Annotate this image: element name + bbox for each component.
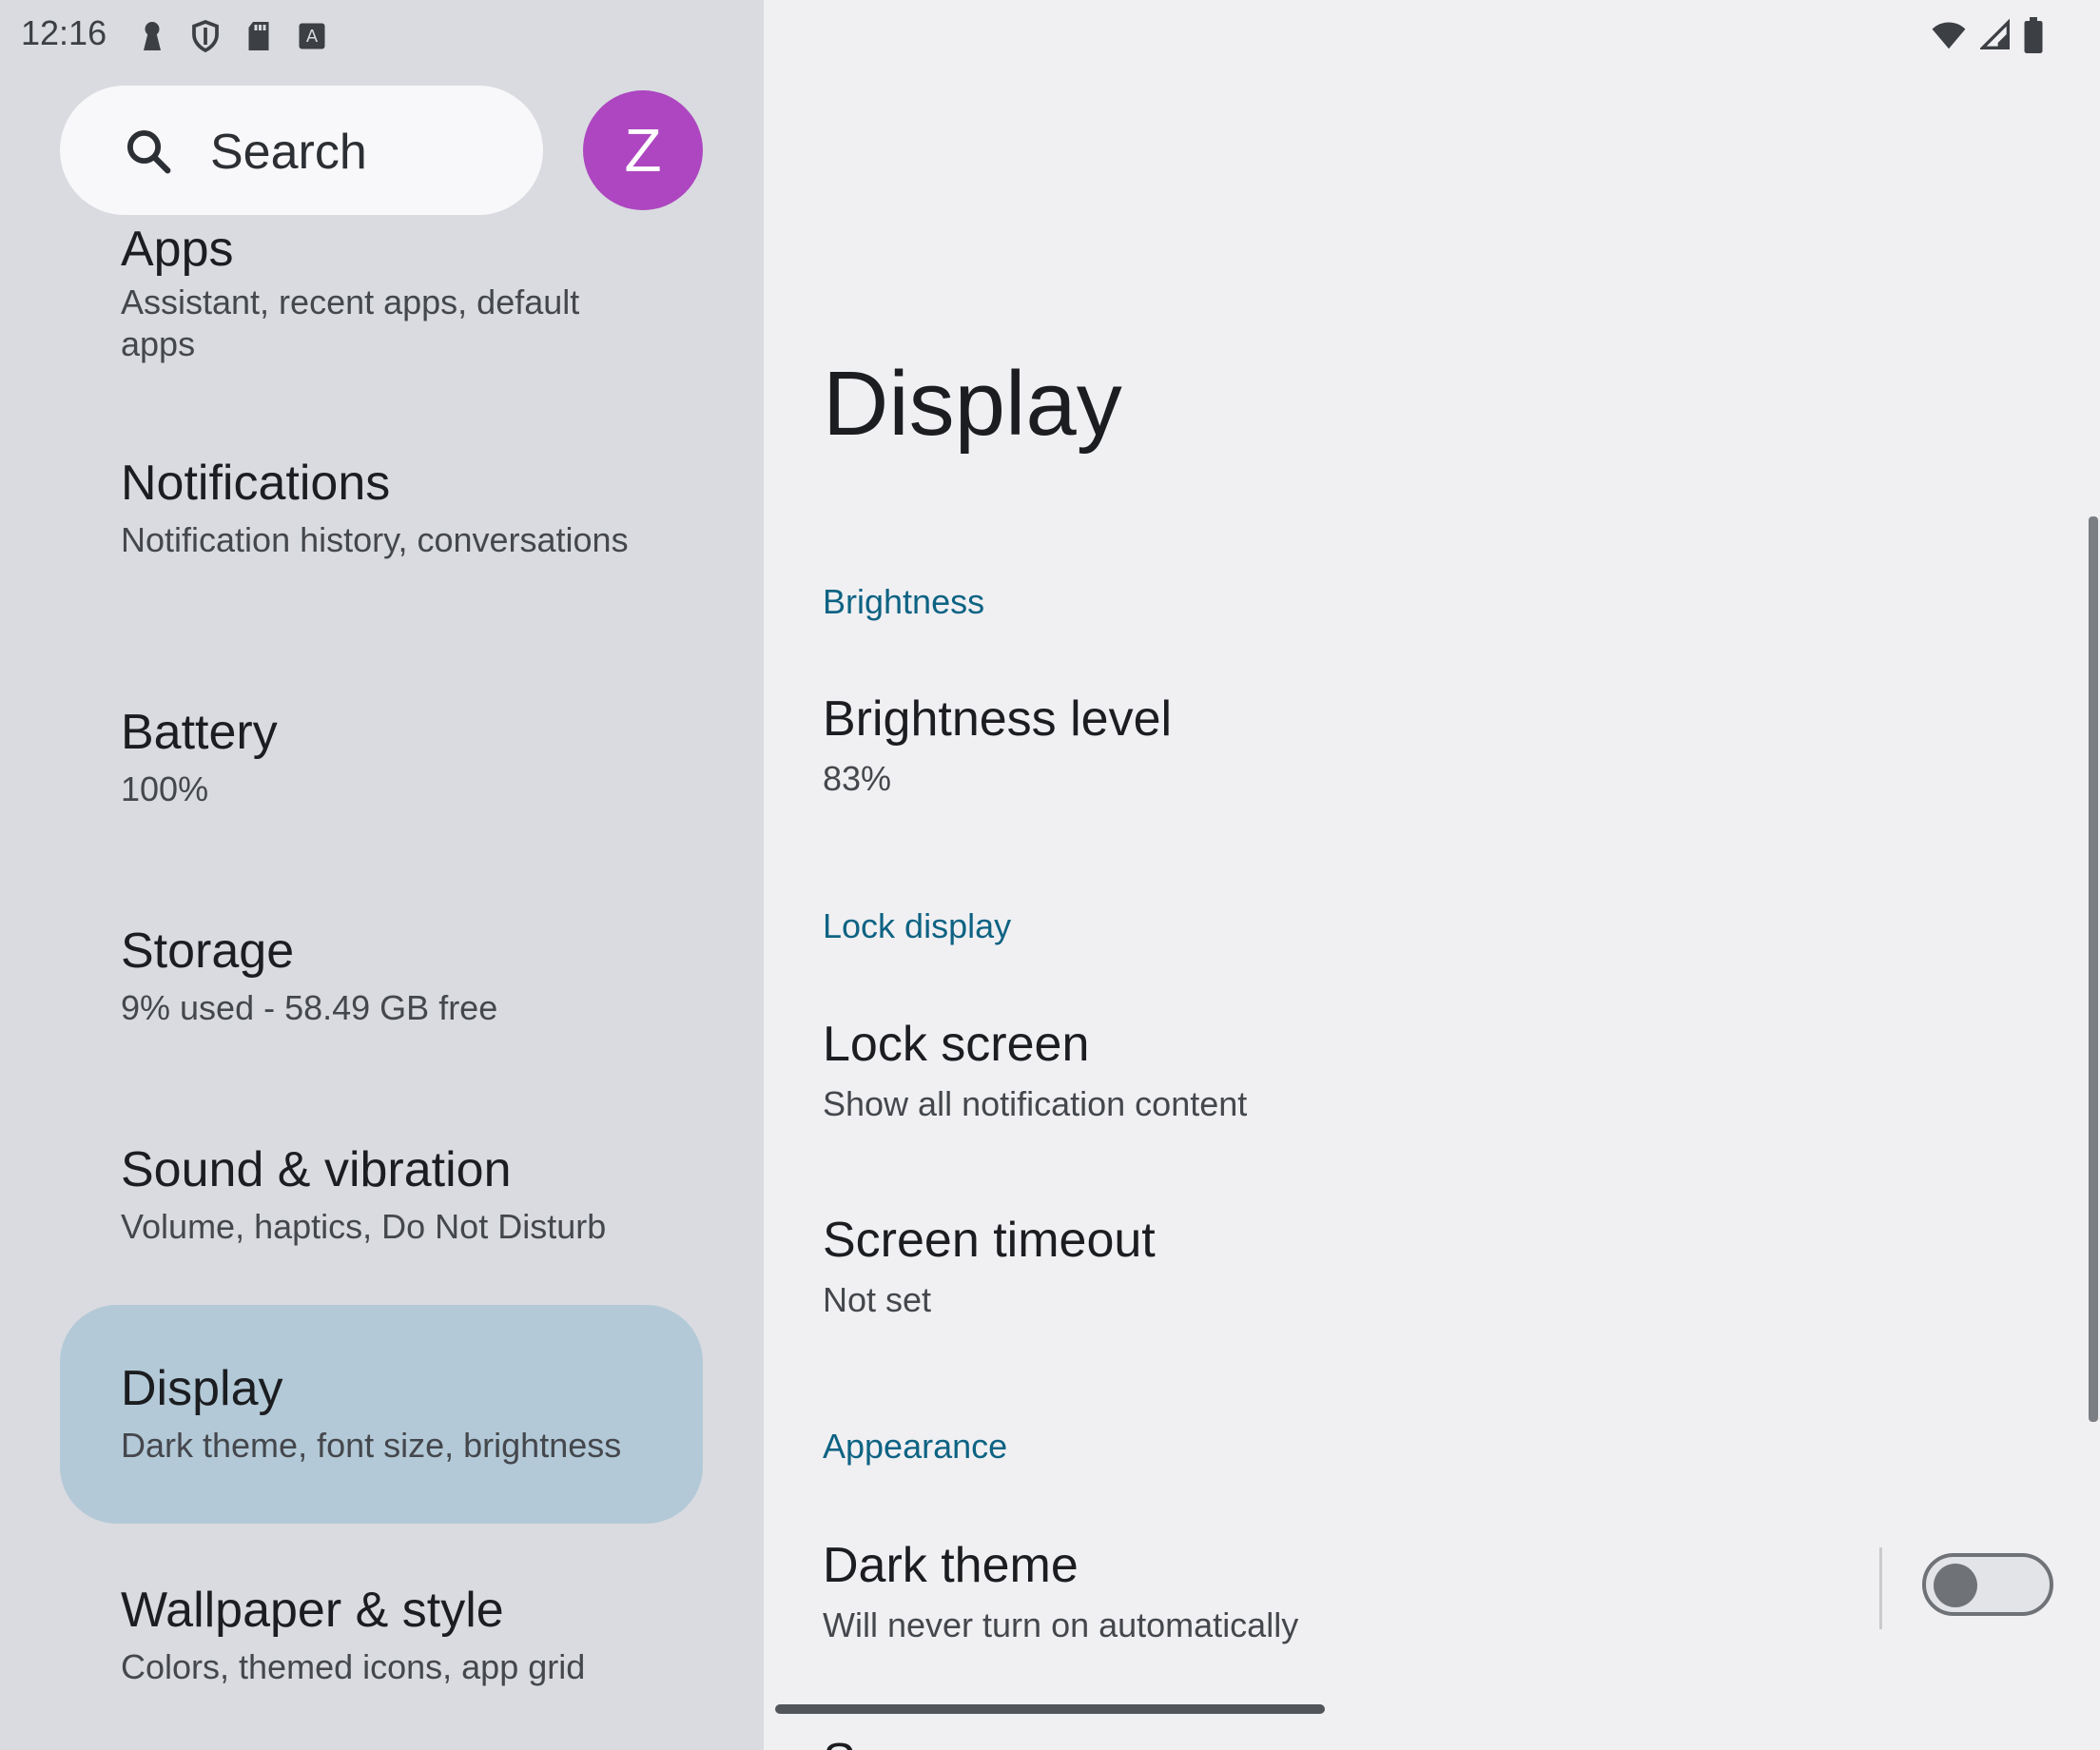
scrollbar[interactable] <box>2089 516 2098 1422</box>
lock-screen-title: Lock screen <box>823 1017 1090 1072</box>
dark-theme-subtitle: Will never turn on automatically <box>823 1605 1299 1644</box>
sidebar-item-notifications[interactable]: Notifications Notification history, conv… <box>60 438 703 628</box>
sidebar-item-title: Apps <box>121 222 234 277</box>
dark-theme-toggle[interactable] <box>1922 1553 2053 1616</box>
search-label: Search <box>210 125 367 180</box>
status-time: 12:16 <box>21 13 107 52</box>
toggle-divider <box>1879 1547 1882 1629</box>
signal-icon <box>1980 18 2010 49</box>
sidebar-item-sound-vibration[interactable]: Sound & vibration Volume, haptics, Do No… <box>60 1126 703 1288</box>
sidebar-item-storage[interactable]: Storage 9% used - 58.49 GB free <box>60 905 703 1067</box>
sidebar-item-display[interactable]: Display Dark theme, font size, brightnes… <box>60 1305 703 1524</box>
sd-card-icon <box>248 22 269 50</box>
sidebar-item-wallpaper-style[interactable]: Wallpaper & style Colors, themed icons, … <box>60 1565 703 1726</box>
keyhole-icon <box>144 22 161 50</box>
lock-screen-subtitle: Show all notification content <box>823 1084 1248 1123</box>
screen-timeout-title: Screen timeout <box>823 1213 1156 1268</box>
sidebar-item-subtitle: 100% <box>121 769 209 808</box>
wifi-icon <box>1932 22 1966 49</box>
sidebar-item-battery[interactable]: Battery 100% <box>60 685 703 846</box>
screen-timeout-subtitle: Not set <box>823 1280 932 1319</box>
toggle-knob <box>1934 1564 1977 1607</box>
sidebar-item-subtitle: Assistant, recent apps, default apps <box>121 282 580 363</box>
sidebar-item-apps[interactable]: Apps Assistant, recent apps, default app… <box>60 209 703 399</box>
home-indicator[interactable] <box>775 1704 1325 1714</box>
section-header-appearance: Appearance <box>823 1427 1008 1466</box>
keyboard-a-icon: A <box>299 23 325 49</box>
sidebar-item-subtitle: Volume, haptics, Do Not Disturb <box>121 1207 607 1246</box>
clipped-next-item: S <box>823 1733 856 1750</box>
section-header-brightness: Brightness <box>823 582 985 621</box>
section-header-lock-display: Lock display <box>823 906 1012 945</box>
sidebar-item-title: Display <box>121 1361 283 1416</box>
sidebar-item-title: Storage <box>121 924 295 979</box>
display-settings-pane: Display Brightness Brightness level 83% … <box>764 0 2100 1750</box>
dark-theme-title: Dark theme <box>823 1538 1079 1593</box>
sidebar-item-subtitle: Dark theme, font size, brightness <box>121 1426 622 1465</box>
shield-icon <box>192 19 219 53</box>
sidebar-item-subtitle: Colors, themed icons, app grid <box>121 1647 586 1686</box>
page-title: Display <box>823 353 1122 455</box>
status-icons-left: A <box>135 17 329 55</box>
brightness-level-title: Brightness level <box>823 691 1173 747</box>
battery-icon <box>2024 17 2043 53</box>
sidebar-item-title: Notifications <box>121 456 391 511</box>
sidebar-item-title: Battery <box>121 705 278 760</box>
sidebar-item-title: Sound & vibration <box>121 1142 512 1197</box>
search-icon <box>126 129 171 174</box>
sidebar-item-title: Wallpaper & style <box>121 1583 504 1638</box>
account-avatar[interactable]: Z <box>583 90 703 210</box>
search-bar[interactable]: Search <box>60 86 543 215</box>
settings-sidebar: 12:16 A Search Z Apps Assistant, recent … <box>0 0 764 1750</box>
svg-text:A: A <box>306 27 319 47</box>
brightness-level-value: 83% <box>823 759 892 798</box>
sidebar-item-subtitle: 9% used - 58.49 GB free <box>121 988 498 1027</box>
status-icons-right <box>1931 17 2043 53</box>
sidebar-item-subtitle: Notification history, conversations <box>121 520 629 559</box>
